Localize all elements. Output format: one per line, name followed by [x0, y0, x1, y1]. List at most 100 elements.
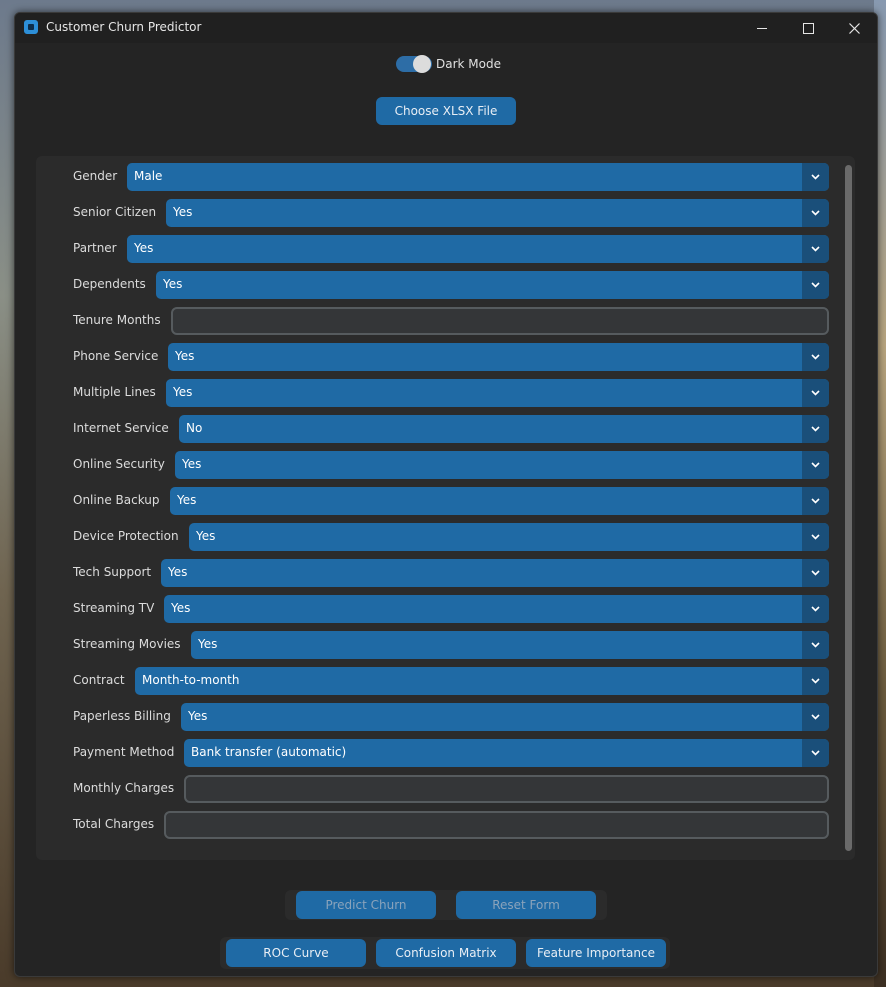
form-row-dependents: Dependents Yes	[36, 271, 855, 299]
dependents-label: Dependents	[73, 277, 146, 291]
dark-mode-toggle-row: Dark Mode	[396, 55, 501, 73]
internet-service-value: No	[186, 421, 203, 435]
gender-dropdown[interactable]: Male	[127, 163, 829, 191]
chevron-down-icon[interactable]	[802, 739, 829, 767]
tech-support-value: Yes	[168, 565, 188, 579]
roc-curve-button[interactable]: ROC Curve	[226, 939, 366, 967]
chevron-down-icon[interactable]	[802, 199, 829, 227]
online-backup-dropdown[interactable]: Yes	[170, 487, 829, 515]
dependents-dropdown[interactable]: Yes	[156, 271, 829, 299]
online-backup-label: Online Backup	[73, 493, 160, 507]
form-row-tenure-months: Tenure Months	[36, 307, 855, 335]
senior-citizen-label: Senior Citizen	[73, 205, 157, 219]
switch-knob	[413, 55, 431, 73]
chevron-down-icon[interactable]	[802, 415, 829, 443]
online-security-value: Yes	[182, 457, 202, 471]
reset-form-button[interactable]: Reset Form	[456, 891, 596, 919]
multiple-lines-value: Yes	[173, 385, 193, 399]
payment-method-dropdown[interactable]: Bank transfer (automatic)	[184, 739, 829, 767]
internet-service-label: Internet Service	[73, 421, 169, 435]
tenure-months-input[interactable]	[171, 307, 829, 335]
contract-value: Month-to-month	[142, 673, 240, 687]
chevron-down-icon[interactable]	[802, 703, 829, 731]
monthly-charges-label: Monthly Charges	[73, 781, 175, 795]
form-row-phone-service: Phone Service Yes	[36, 343, 855, 371]
chevron-down-icon[interactable]	[802, 487, 829, 515]
predict-churn-button[interactable]: Predict Churn	[296, 891, 436, 919]
form-row-partner: Partner Yes	[36, 235, 855, 263]
chevron-down-icon[interactable]	[802, 271, 829, 299]
chevron-down-icon[interactable]	[802, 667, 829, 695]
chevron-down-icon[interactable]	[802, 523, 829, 551]
online-security-dropdown[interactable]: Yes	[175, 451, 829, 479]
chevron-down-icon[interactable]	[802, 631, 829, 659]
multiple-lines-dropdown[interactable]: Yes	[166, 379, 829, 407]
senior-citizen-value: Yes	[173, 205, 193, 219]
chevron-down-icon[interactable]	[802, 451, 829, 479]
form-row-online-security: Online Security Yes	[36, 451, 855, 479]
streaming-movies-label: Streaming Movies	[73, 637, 181, 651]
choose-file-button[interactable]: Choose XLSX File	[376, 97, 516, 125]
monthly-charges-input[interactable]	[184, 775, 829, 803]
close-button[interactable]	[831, 13, 877, 43]
feature-importance-button[interactable]: Feature Importance	[526, 939, 666, 967]
tenure-months-label: Tenure Months	[73, 313, 161, 327]
payment-method-value: Bank transfer (automatic)	[191, 745, 347, 759]
minimize-button[interactable]	[739, 13, 785, 43]
form-row-streaming-movies: Streaming Movies Yes	[36, 631, 855, 659]
window-title: Customer Churn Predictor	[46, 20, 202, 34]
contract-label: Contract	[73, 673, 125, 687]
online-security-label: Online Security	[73, 457, 165, 471]
app-window: Customer Churn Predictor Dark Mode Choos…	[14, 12, 878, 977]
form-scrollbar[interactable]	[845, 165, 852, 851]
multiple-lines-label: Multiple Lines	[73, 385, 156, 399]
maximize-icon	[802, 22, 814, 34]
streaming-tv-label: Streaming TV	[73, 601, 155, 615]
chevron-down-icon[interactable]	[802, 559, 829, 587]
maximize-button[interactable]	[785, 13, 831, 43]
tech-support-label: Tech Support	[73, 565, 152, 579]
internet-service-dropdown[interactable]: No	[179, 415, 829, 443]
device-protection-value: Yes	[196, 529, 216, 543]
streaming-movies-value: Yes	[198, 637, 218, 651]
gender-label: Gender	[73, 169, 118, 183]
dependents-value: Yes	[163, 277, 183, 291]
minimize-icon	[757, 27, 767, 29]
chevron-down-icon[interactable]	[802, 379, 829, 407]
form-row-total-charges: Total Charges	[36, 811, 855, 839]
phone-service-dropdown[interactable]: Yes	[168, 343, 829, 371]
close-icon	[848, 22, 860, 34]
streaming-tv-value: Yes	[171, 601, 191, 615]
form-row-streaming-tv: Streaming TV Yes	[36, 595, 855, 623]
chevron-down-icon[interactable]	[802, 343, 829, 371]
chevron-down-icon[interactable]	[802, 595, 829, 623]
title-bar: Customer Churn Predictor	[15, 13, 877, 43]
streaming-tv-dropdown[interactable]: Yes	[164, 595, 829, 623]
streaming-movies-dropdown[interactable]: Yes	[191, 631, 829, 659]
form-row-contract: Contract Month-to-month	[36, 667, 855, 695]
online-backup-value: Yes	[177, 493, 197, 507]
device-protection-label: Device Protection	[73, 529, 179, 543]
phone-service-label: Phone Service	[73, 349, 159, 363]
payment-method-label: Payment Method	[73, 745, 175, 759]
form-panel: Gender Male Senior Citizen Yes Partner Yes Dep…	[36, 156, 855, 860]
senior-citizen-dropdown[interactable]: Yes	[166, 199, 829, 227]
paperless-billing-value: Yes	[188, 709, 208, 723]
form-row-multiple-lines: Multiple Lines Yes	[36, 379, 855, 407]
gender-value: Male	[134, 169, 163, 183]
device-protection-dropdown[interactable]: Yes	[189, 523, 829, 551]
partner-value: Yes	[134, 241, 154, 255]
total-charges-input[interactable]	[164, 811, 829, 839]
paperless-billing-dropdown[interactable]: Yes	[181, 703, 829, 731]
dark-mode-switch[interactable]	[396, 55, 432, 73]
form-row-payment-method: Payment Method Bank transfer (automatic)	[36, 739, 855, 767]
chevron-down-icon[interactable]	[802, 163, 829, 191]
confusion-matrix-button[interactable]: Confusion Matrix	[376, 939, 516, 967]
form-row-device-protection: Device Protection Yes	[36, 523, 855, 551]
tech-support-dropdown[interactable]: Yes	[161, 559, 829, 587]
chevron-down-icon[interactable]	[802, 235, 829, 263]
contract-dropdown[interactable]: Month-to-month	[135, 667, 829, 695]
form-row-tech-support: Tech Support Yes	[36, 559, 855, 587]
partner-label: Partner	[73, 241, 117, 255]
partner-dropdown[interactable]: Yes	[127, 235, 829, 263]
